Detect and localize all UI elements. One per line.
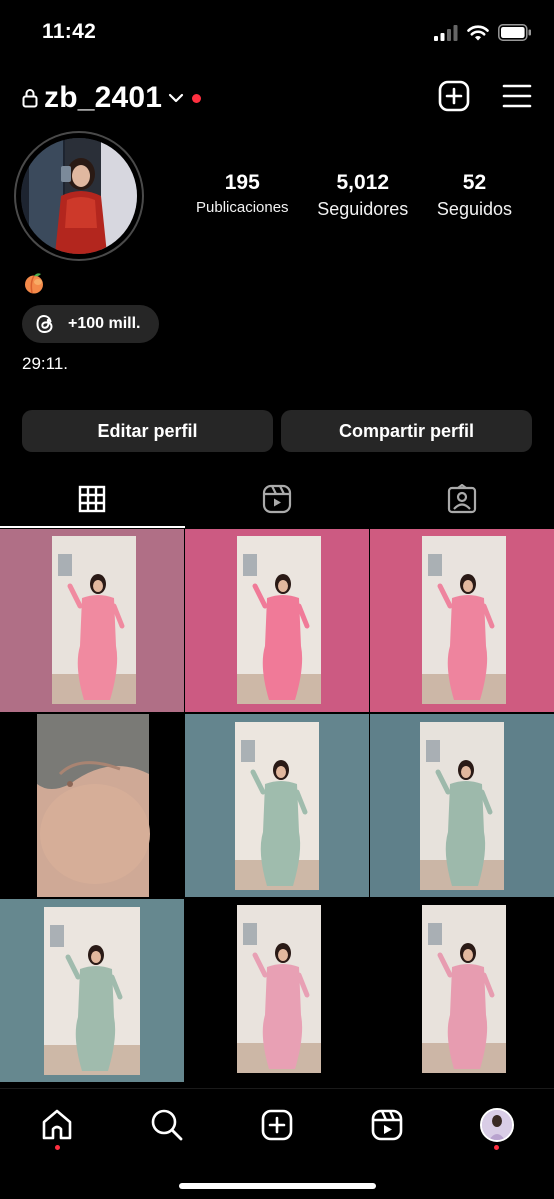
cellular-signal-icon — [434, 24, 458, 41]
threads-badge-label: +100 mill. — [68, 315, 141, 332]
stat-posts-value: 195 — [224, 171, 260, 194]
edit-profile-button[interactable]: Editar perfil — [22, 410, 273, 452]
post-thumbnail[interactable] — [370, 529, 554, 712]
post-thumbnail[interactable] — [185, 714, 369, 897]
nav-create[interactable] — [257, 1105, 297, 1145]
share-profile-button[interactable]: Compartir perfil — [281, 410, 532, 452]
menu-icon[interactable] — [502, 83, 532, 109]
chevron-down-icon — [169, 93, 184, 103]
search-icon — [151, 1109, 183, 1141]
profile-tabs — [0, 470, 554, 528]
tagged-icon — [447, 484, 476, 514]
post-image — [422, 536, 506, 704]
bio-text: 29:11. — [22, 354, 69, 373]
wifi-icon — [467, 25, 489, 40]
reels-icon — [371, 1109, 403, 1141]
post-thumbnail[interactable] — [185, 899, 369, 1082]
home-indicator — [179, 1183, 376, 1189]
post-image — [44, 907, 140, 1075]
battery-icon — [498, 24, 531, 41]
nav-profile[interactable] — [477, 1105, 517, 1145]
post-thumbnail[interactable] — [0, 899, 184, 1082]
account-switcher[interactable]: zb_2401 — [22, 78, 202, 118]
lock-icon — [22, 89, 38, 108]
post-thumbnail[interactable] — [370, 714, 554, 897]
stat-following-label: Seguidos — [436, 199, 512, 219]
username: zb_2401 — [44, 81, 163, 114]
new-post-icon[interactable] — [438, 80, 470, 112]
post-image — [420, 722, 504, 890]
post-image — [237, 905, 321, 1073]
post-image — [235, 722, 319, 890]
post-thumbnail[interactable] — [370, 899, 554, 1082]
nav-search[interactable] — [147, 1105, 187, 1145]
peach-emoji — [25, 273, 43, 294]
status-icons — [434, 24, 532, 41]
tab-reels[interactable] — [185, 470, 370, 528]
post-thumbnail[interactable] — [185, 529, 369, 712]
threads-badge[interactable]: +100 mill. — [22, 305, 159, 343]
nav-home-dot — [55, 1145, 60, 1150]
post-image — [422, 905, 506, 1073]
tab-grid[interactable] — [0, 470, 185, 528]
profile-avatar-small — [480, 1108, 514, 1142]
post-image — [237, 536, 321, 704]
status-bar: 11:42 — [0, 0, 554, 64]
post-image — [37, 714, 150, 897]
threads-icon — [36, 314, 53, 334]
post-image — [52, 536, 136, 704]
stat-posts[interactable]: 195 Publicaciones — [196, 170, 289, 222]
post-thumbnail[interactable] — [0, 529, 184, 712]
stat-followers-label: Seguidores — [317, 199, 409, 219]
profile-avatar — [21, 138, 137, 254]
post-thumbnail[interactable] — [0, 714, 184, 897]
nav-home[interactable] — [37, 1105, 77, 1145]
stat-posts-label: Publicaciones — [196, 199, 289, 216]
profile-stats: 195 Publicaciones 5,012 Seguidores 52 Se… — [196, 170, 512, 222]
create-icon — [261, 1109, 293, 1141]
post-grid — [0, 529, 554, 1082]
reels-icon — [262, 484, 292, 514]
nav-profile-dot — [494, 1145, 499, 1150]
stat-followers-value: 5,012 — [336, 171, 390, 194]
status-time: 11:42 — [42, 20, 97, 43]
stat-following-value: 52 — [462, 171, 487, 194]
tab-tagged[interactable] — [369, 470, 554, 528]
notification-dot — [192, 93, 202, 103]
header-actions — [438, 80, 532, 112]
grid-icon — [79, 485, 106, 513]
profile-actions: Editar perfil Compartir perfil — [22, 410, 532, 452]
profile-avatar-ring[interactable] — [14, 131, 144, 261]
stat-followers[interactable]: 5,012 Seguidores — [317, 170, 408, 222]
stat-following[interactable]: 52 Seguidos — [437, 170, 512, 222]
nav-reels[interactable] — [367, 1105, 407, 1145]
bottom-navigation — [0, 1088, 554, 1199]
home-icon — [42, 1109, 72, 1140]
profile-header: zb_2401 — [0, 78, 554, 122]
